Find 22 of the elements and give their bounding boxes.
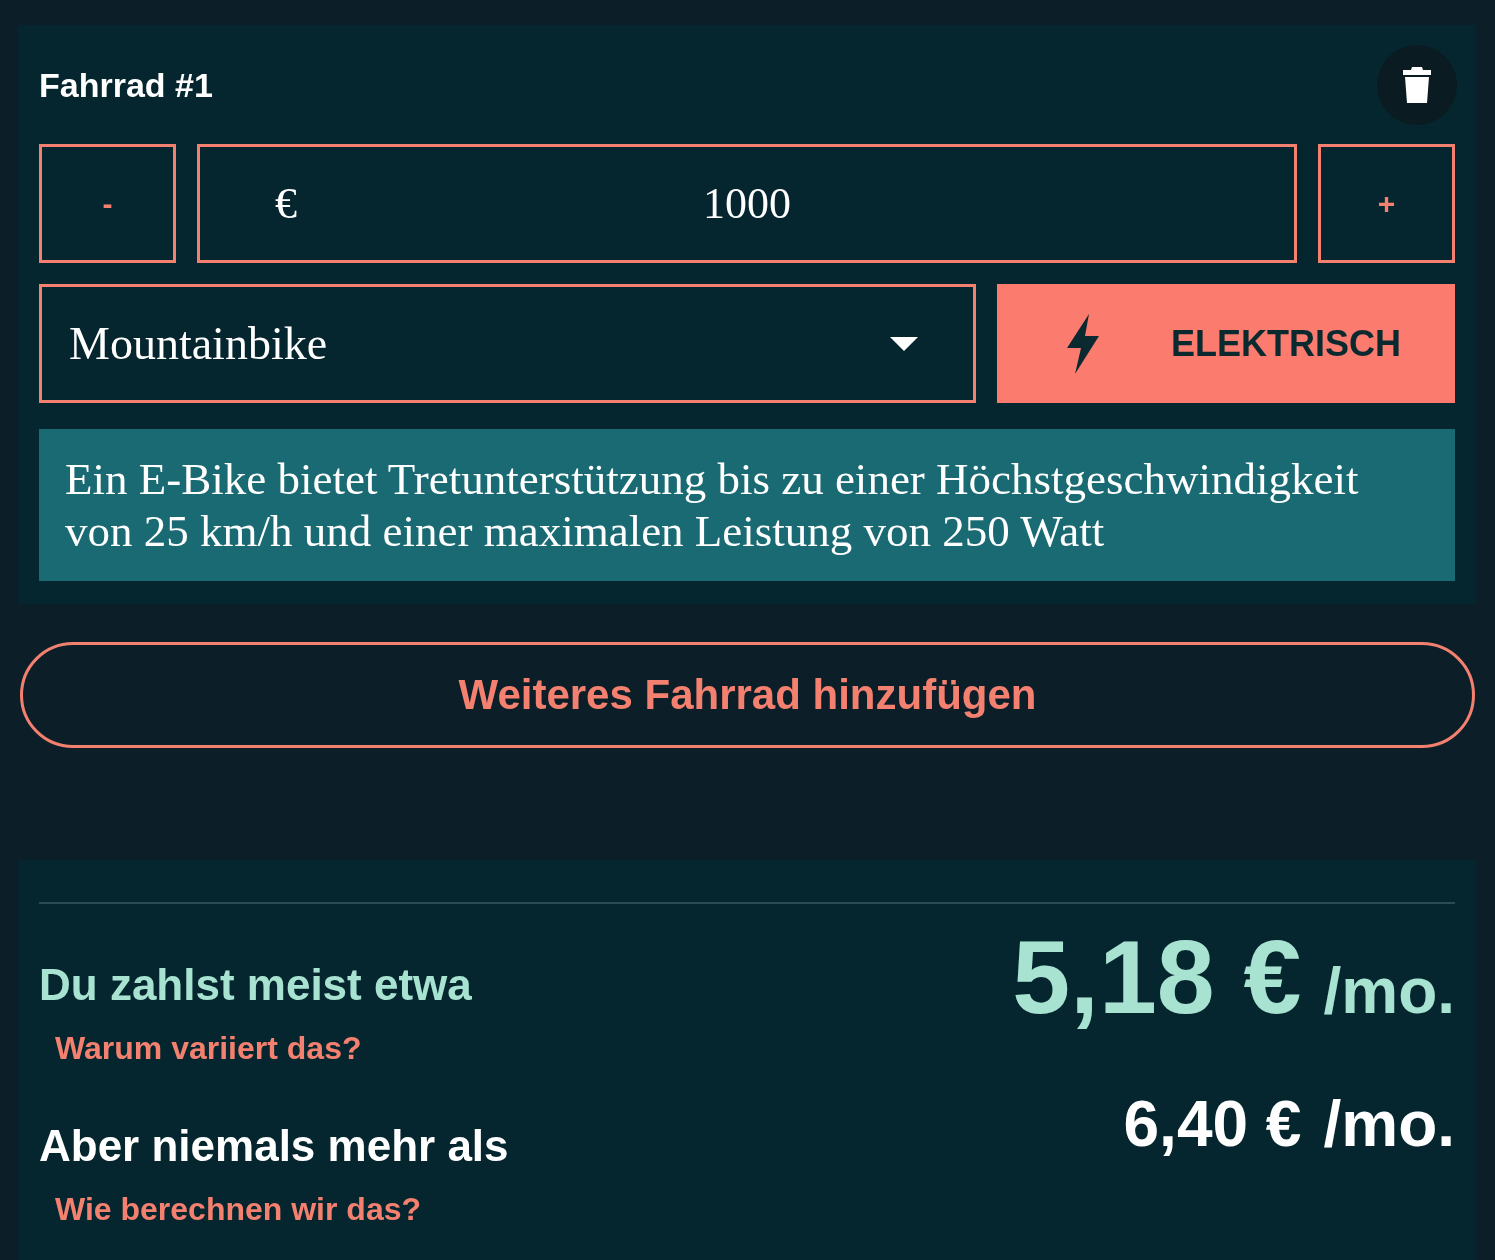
- decrease-button[interactable]: -: [39, 144, 176, 263]
- info-box: Ein E-Bike bietet Tretunterstützung bis zu einer Höchstgeschwindigkeit von 25 km/h und einer maximalen Leistung von 250 Watt: [39, 429, 1455, 581]
- price-value: 1000: [703, 178, 791, 229]
- increase-button[interactable]: +: [1318, 144, 1455, 263]
- typical-amount: 5,18 €: [1012, 918, 1302, 1037]
- dropdown-value: Mountainbike: [69, 317, 328, 370]
- maximum-unit: /mo.: [1323, 1087, 1455, 1161]
- lightning-icon: [1065, 313, 1101, 374]
- caret-icon: [890, 336, 918, 351]
- maximum-amount: 6,40 €: [1123, 1087, 1302, 1161]
- how-link[interactable]: Wie berechnen wir das?: [55, 1191, 509, 1228]
- typical-label: Du zahlst meist etwa: [39, 960, 472, 1010]
- bike-title: Fahrrad #1: [39, 65, 213, 105]
- currency-symbol: €: [275, 178, 297, 229]
- maximum-label: Aber niemals mehr als: [39, 1121, 509, 1171]
- bike-type-dropdown[interactable]: Mountainbike: [39, 284, 976, 403]
- electric-toggle[interactable]: ELEKTRISCH: [997, 284, 1455, 403]
- add-bike-button[interactable]: Weiteres Fahrrad hinzufügen: [20, 642, 1475, 748]
- typical-unit: /mo.: [1323, 954, 1455, 1028]
- trash-icon: [1402, 66, 1432, 104]
- price-field[interactable]: € 1000: [197, 144, 1297, 263]
- why-link[interactable]: Warum variiert das?: [55, 1030, 472, 1067]
